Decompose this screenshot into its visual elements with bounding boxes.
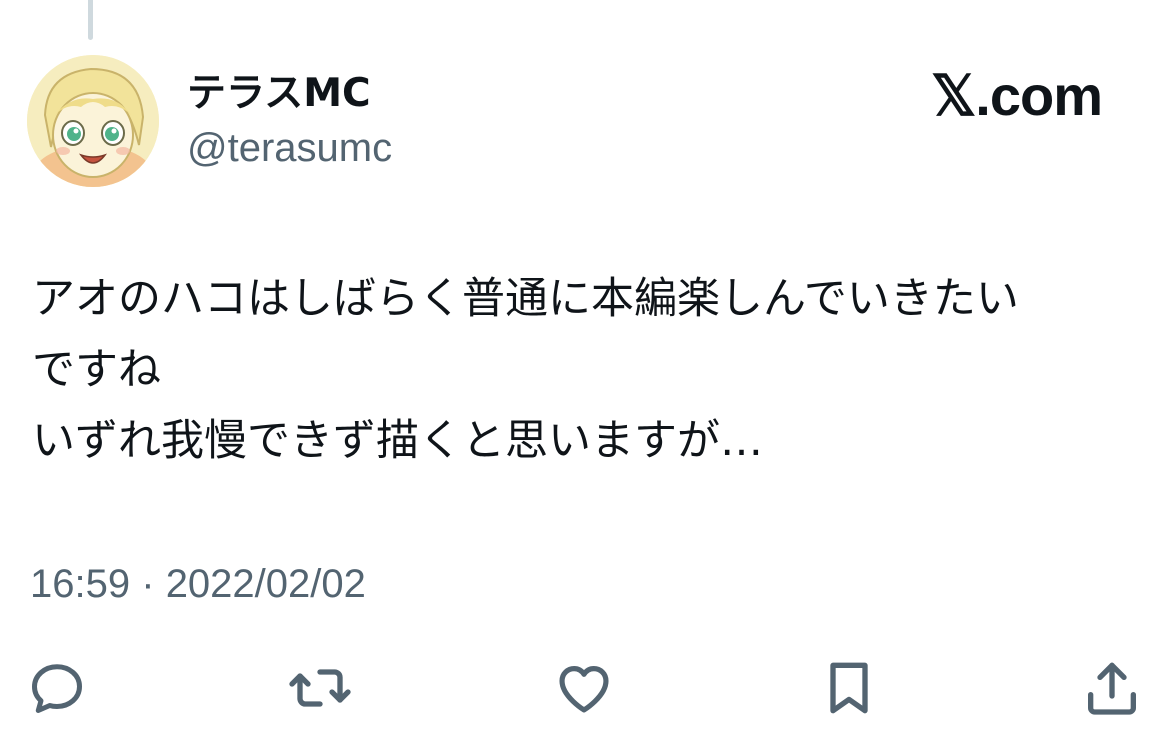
tweet-actions-bar [0,650,1170,730]
display-name[interactable]: テラスMC [187,68,371,120]
share-upload-icon [1088,662,1136,715]
tweet-body-line: いずれ我慢できず描くと思いますが… [32,416,763,466]
user-handle[interactable]: @terasumc [187,122,392,174]
bookmark-button[interactable] [817,656,881,720]
avatar[interactable] [27,55,159,187]
retweet-icon [289,669,351,707]
like-button[interactable] [552,656,616,720]
avatar-illustration [27,55,159,187]
bookmark-icon [830,662,868,714]
x-brand-logo: 𝕏.com [931,64,1103,127]
tweet-body: アオのハコはしばらく普通に本編楽しんでいきたい ですね いずれ我慢できず描くと思… [32,264,1142,477]
repost-button[interactable] [288,656,352,720]
reply-button[interactable] [25,656,89,720]
share-button[interactable] [1080,656,1144,720]
tweet-time: 16:59 [30,562,131,606]
thread-connector-line [88,0,93,40]
tweet-timestamp[interactable]: 16:59 · 2022/02/02 [30,558,366,610]
tweet-body-line: アオのハコはしばらく普通に本編楽しんでいきたい [32,274,1019,324]
tweet-body-line: ですね [32,345,161,395]
speech-bubble-icon [32,664,82,713]
tweet-date: 2022/02/02 [165,562,366,606]
heart-icon [559,666,609,713]
meta-separator: · [141,562,155,606]
